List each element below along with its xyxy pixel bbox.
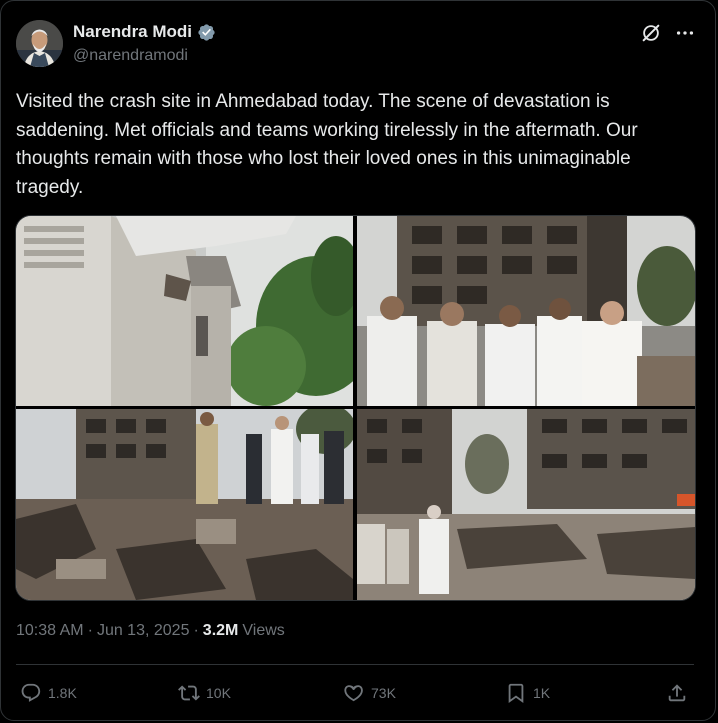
photo-officials-building[interactable] [357,216,695,406]
avatar[interactable] [16,20,63,67]
repost-button[interactable]: 10K [178,678,231,708]
tweet-meta: 10:38 AM · Jun 13, 2025 · 3.2M Views [16,622,285,640]
action-bar: 1.8K 10K 73K 1K [16,678,694,708]
media-grid [15,215,696,601]
tweet-text: Visited the crash site in Ahmedabad toda… [16,91,638,198]
tweet-date[interactable]: Jun 13, 2025 [97,622,190,640]
verified-badge-icon[interactable] [197,23,216,42]
bookmark-icon [508,683,524,704]
photo-group-debris[interactable] [16,409,353,600]
meta-separator: · [87,622,93,639]
display-name[interactable]: Narendra Modi [73,22,192,42]
reply-icon [21,683,41,702]
bookmark-count: 1K [533,685,551,701]
photo-building-tail[interactable] [16,216,353,406]
meta-separator-2: · [193,622,199,639]
grok-icon[interactable] [640,22,662,44]
views-label: Views [242,622,285,639]
more-icon[interactable] [674,22,696,44]
reply-count: 1.8K [48,685,77,701]
reply-button[interactable]: 1.8K [20,678,77,708]
bookmark-button[interactable]: 1K [505,678,550,708]
photo-walk-buildings[interactable] [357,409,695,600]
repost-icon [178,685,200,701]
views-count: 3.2M [202,622,239,639]
share-icon [668,684,686,702]
like-count: 73K [371,685,396,701]
tweet-time[interactable]: 10:38 AM [16,622,84,640]
repost-count: 10K [206,685,231,701]
share-button[interactable] [666,678,688,708]
user-handle[interactable]: @narendramodi [73,47,188,65]
like-icon [344,685,363,702]
divider [16,664,694,665]
like-button[interactable]: 73K [343,678,396,708]
